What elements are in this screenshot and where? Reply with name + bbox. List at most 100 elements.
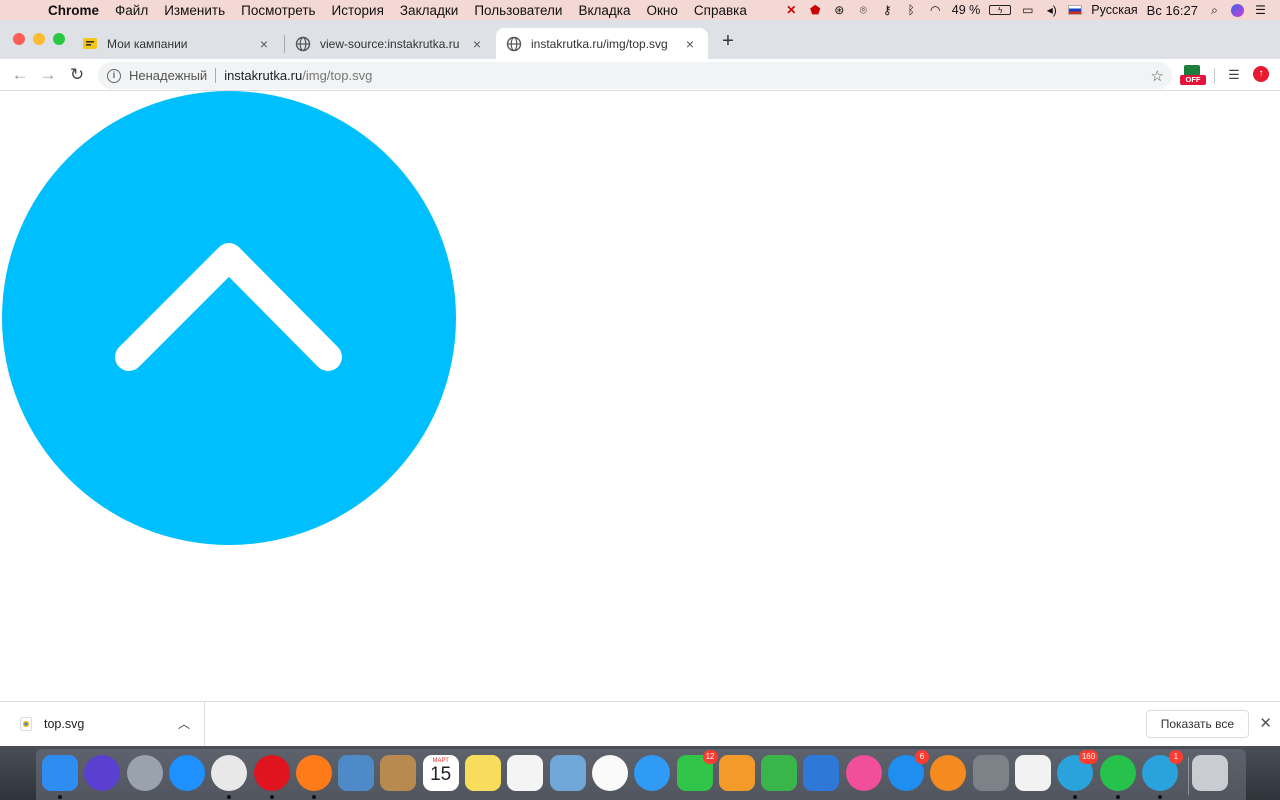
firefox-icon[interactable] [295,755,332,799]
bookmark-star-icon[interactable]: ☆ [1151,67,1164,85]
security-indicator[interactable]: Ненадежный [129,68,207,83]
menu-bar: Chrome Файл Изменить Посмотреть История … [0,0,1280,20]
show-all-button[interactable]: Показать все [1145,710,1249,738]
forward-button[interactable]: → [37,64,59,86]
running-indicator [311,795,316,799]
volume-icon[interactable]: ◂) [1044,3,1059,17]
tab-campaigns[interactable]: Мои кампании × [72,28,282,59]
photos-icon[interactable] [591,755,628,791]
app-store-icon[interactable]: 6 [888,750,929,791]
adblock-icon[interactable]: ✕ [784,3,799,17]
extension-off-button[interactable]: OFF [1180,65,1206,85]
dock-badge: 1 [1168,750,1183,764]
mail-icon[interactable] [338,755,375,791]
file-icon [20,717,32,731]
reminders-icon[interactable] [507,755,544,791]
tab-close-icon[interactable]: × [469,36,485,52]
browser-toolbar: ← → ↻ i Ненадежный instakrutka.ru /img/t… [0,59,1280,91]
vpn-icon[interactable]: ⊛ [832,3,847,17]
menu-bookmarks[interactable]: Закладки [392,3,466,18]
menu-app-name[interactable]: Chrome [40,3,107,18]
trash-icon[interactable] [1192,755,1229,791]
messages-icon[interactable] [634,755,671,791]
spotlight-search-icon[interactable]: ⌕ [1207,3,1222,17]
input-source-label[interactable]: Русская [1091,3,1137,17]
tab-strip: Мои кампании × view-source:instakrutka.r… [0,20,1280,59]
globe-icon [506,36,522,52]
airplay-icon[interactable]: ▭ [1020,3,1035,17]
reload-button[interactable]: ↻ [66,64,88,86]
preview-icon[interactable] [549,755,586,791]
tab-top-svg[interactable]: instakrutka.ru/img/top.svg × [496,28,708,59]
tab-close-icon[interactable]: × [256,36,272,52]
chevron-up-icon[interactable]: ︿ [178,715,190,732]
calendar-icon[interactable]: МАРТ 15 [422,755,459,791]
telegram-2-icon[interactable]: 1 [1141,750,1183,799]
extension-off-label: OFF [1180,75,1206,85]
russian-flag-icon [1068,5,1083,15]
siri-icon[interactable] [84,755,121,791]
menu-tab[interactable]: Вкладка [570,3,638,18]
menu-help[interactable]: Справка [686,3,755,18]
url-path: /img/top.svg [302,68,373,83]
opera-icon[interactable] [253,755,290,799]
menu-view[interactable]: Посмотреть [233,3,323,18]
wifi-icon[interactable]: ◠ [928,3,943,17]
launchpad-icon[interactable] [126,755,163,791]
menu-people[interactable]: Пользователи [466,3,570,18]
window-close-button[interactable] [13,33,25,45]
menubar-clock[interactable]: Вс 16:27 [1147,3,1198,18]
tab-close-icon[interactable]: × [682,36,698,52]
textedit-icon[interactable] [1014,755,1051,791]
extension-menu-icon[interactable]: ☰ [1224,65,1244,85]
books-icon[interactable] [930,755,967,791]
notes-icon[interactable] [465,755,501,791]
dock-badge: 160 [1078,750,1099,764]
system-preferences-icon[interactable] [972,755,1009,791]
notification-center-icon[interactable]: ☰ [1253,3,1268,17]
battery-percent: 49 % [951,3,981,17]
menu-window[interactable]: Окно [639,3,686,18]
close-icon[interactable]: ✕ [1259,714,1272,732]
bluetooth-icon[interactable]: ᛒ [904,3,919,17]
menu-edit[interactable]: Изменить [156,3,233,18]
telegram-icon[interactable]: 160 [1057,750,1099,799]
pages-icon[interactable] [718,755,755,791]
running-indicator [1115,795,1120,799]
itunes-icon[interactable] [845,755,882,791]
contacts-icon[interactable] [380,755,417,791]
running-indicator [1073,795,1078,799]
tab-view-source[interactable]: view-source:instakrutka.ru × [285,28,495,59]
whatsapp-icon[interactable] [1099,755,1136,799]
key-icon[interactable]: ⚷ [880,3,895,17]
new-tab-button[interactable]: + [718,31,738,51]
menu-file[interactable]: Файл [107,3,156,18]
dock-badge: 6 [915,750,929,764]
address-bar[interactable]: i Ненадежный instakrutka.ru /img/top.svg… [98,62,1172,89]
keynote-icon[interactable] [803,755,840,791]
back-button[interactable]: ← [9,64,31,86]
battery-icon[interactable]: ϟ [989,5,1012,15]
calendar-day: 15 [430,764,452,785]
tab-title: Мои кампании [107,36,188,51]
campaign-icon [82,36,98,52]
dock-separator [1188,757,1189,795]
chrome-icon[interactable] [211,755,248,799]
window-minimize-button[interactable] [33,33,45,45]
window-zoom-button[interactable] [53,33,65,45]
info-icon[interactable]: i [107,68,121,83]
browser-window: Мои кампании × view-source:instakrutka.r… [0,20,1280,746]
numbers-icon[interactable] [761,755,798,791]
address-divider [215,68,217,83]
extension-red-icon[interactable]: ↑ [1253,66,1269,82]
download-item[interactable]: top.svg ︿ [0,702,205,746]
globe-icon [295,36,311,52]
facetime-icon[interactable]: 12 [676,750,718,791]
siri-icon[interactable] [1231,3,1244,17]
menu-history[interactable]: История [324,3,392,18]
running-indicator [58,795,62,799]
shield-badge-icon[interactable]: ⬟ [808,3,823,17]
safari-icon[interactable] [168,755,205,791]
antenna-icon[interactable]: ⌾ [856,3,871,17]
finder-icon[interactable] [42,755,78,799]
